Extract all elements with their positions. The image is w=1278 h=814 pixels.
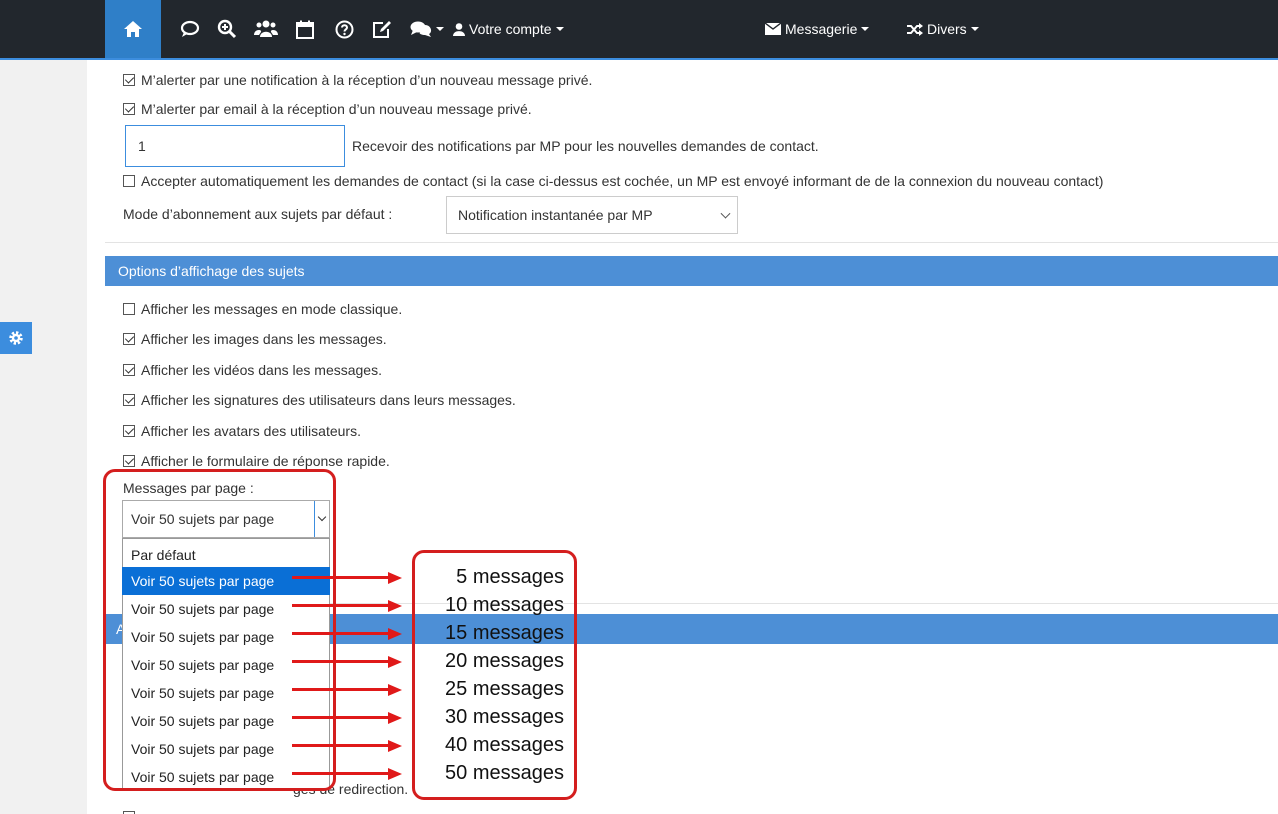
annotation-label: 40 messages (445, 734, 564, 756)
chatbox-menu[interactable] (403, 0, 451, 58)
navbar-accent-line (0, 58, 1278, 60)
misc-menu-label: Divers (927, 21, 967, 37)
users-icon (254, 20, 278, 37)
subscription-mode-label: Mode d’abonnement aux sujets par défaut … (123, 206, 393, 222)
option-label: Afficher les images dans les messages. (141, 331, 387, 347)
contact-requests-input[interactable]: 1 (125, 125, 345, 167)
option-label: Afficher les vidéos dans les messages. (141, 362, 382, 378)
email-pm-checkbox[interactable] (123, 103, 135, 115)
show-images-checkbox[interactable] (123, 333, 135, 345)
classic-mode-checkbox[interactable] (123, 303, 135, 315)
messaging-menu[interactable]: Messagerie (765, 0, 870, 58)
contact-requests-label: Recevoir des notifications par MP pour l… (352, 138, 819, 154)
annotation-label: 25 messages (445, 678, 564, 700)
annotation-label: 5 messages (456, 566, 564, 588)
home-icon (124, 21, 142, 37)
user-icon (453, 22, 465, 36)
members-button[interactable] (248, 0, 284, 58)
auto-accept-checkbox[interactable] (123, 175, 135, 187)
show-avatars-checkbox[interactable] (123, 425, 135, 437)
subscription-mode-select[interactable]: Notification instantanée par MP (446, 196, 738, 234)
section-header-topic-display: Options d’affichage des sujets (105, 256, 1278, 286)
annotation-label: 20 messages (445, 650, 564, 672)
show-videos-checkbox[interactable] (123, 364, 135, 376)
chat-bubble-icon (180, 20, 200, 37)
option-label: Afficher le formulaire de réponse rapide… (141, 453, 390, 469)
quick-reply-checkbox[interactable] (123, 455, 135, 467)
email-pm-option[interactable]: M’alerter par email à la réception d’un … (123, 101, 532, 117)
calendar-button[interactable] (287, 0, 323, 58)
annotation-arrow (292, 740, 402, 752)
option-label: Afficher les avatars des utilisateurs. (141, 423, 361, 439)
account-menu-label: Votre compte (469, 21, 552, 37)
option-label: Afficher les signatures des utilisateurs… (141, 392, 516, 408)
misc-menu[interactable]: Divers (907, 0, 979, 58)
chevron-down-icon (436, 27, 444, 31)
new-post-button[interactable] (364, 0, 400, 58)
chevron-down-icon (970, 27, 979, 31)
section-title: Options d’affichage des sujets (118, 263, 305, 279)
annotation-arrow (292, 712, 402, 724)
annotation-label: 30 messages (445, 706, 564, 728)
show-images-option[interactable]: Afficher les images dans les messages. (123, 331, 387, 347)
quick-reply-option[interactable]: Afficher le formulaire de réponse rapide… (123, 453, 390, 469)
show-signatures-option[interactable]: Afficher les signatures des utilisateurs… (123, 392, 516, 408)
show-signatures-checkbox[interactable] (123, 394, 135, 406)
random-icon (907, 22, 923, 36)
messaging-menu-label: Messagerie (785, 21, 858, 37)
chat-bubble-button[interactable] (172, 0, 208, 58)
help-circle-icon (335, 20, 353, 38)
notify-pm-option[interactable]: M’alerter par une notification à la réce… (123, 72, 592, 88)
divider (105, 242, 1278, 243)
chevron-down-icon (555, 27, 564, 31)
calendar-icon (296, 20, 314, 39)
edit-icon (373, 20, 391, 38)
show-videos-option[interactable]: Afficher les vidéos dans les messages. (123, 362, 382, 378)
help-button[interactable] (326, 0, 362, 58)
search-button[interactable] (209, 0, 245, 58)
chevron-down-icon (861, 27, 870, 31)
left-rail (0, 60, 87, 814)
chevron-down-icon (720, 208, 731, 219)
notify-pm-checkbox[interactable] (123, 74, 135, 86)
comments-icon (410, 21, 432, 37)
annotation-arrow (292, 684, 402, 696)
account-menu[interactable]: Votre compte (453, 0, 564, 58)
option-label: Afficher les messages en mode classique. (141, 301, 403, 317)
gear-icon (9, 331, 23, 345)
annotation-arrow (292, 628, 402, 640)
annotation-arrow (292, 572, 402, 584)
annotation-arrow (292, 600, 402, 612)
auto-accept-option[interactable]: Accepter automatiquement les demandes de… (123, 173, 1103, 189)
annotation-label: 15 messages (445, 622, 564, 644)
annotation-arrow (292, 768, 402, 780)
email-pm-label: M’alerter par email à la réception d’un … (141, 101, 532, 117)
search-plus-icon (217, 19, 237, 39)
notify-pm-label: M’alerter par une notification à la réce… (141, 72, 593, 88)
envelope-icon (765, 23, 781, 35)
show-avatars-option[interactable]: Afficher les avatars des utilisateurs. (123, 423, 361, 439)
home-button[interactable] (105, 0, 161, 58)
annotation-arrow (292, 656, 402, 668)
annotation-label: 10 messages (445, 594, 564, 616)
settings-toggle-button[interactable] (0, 322, 32, 354)
annotation-label: 50 messages (445, 762, 564, 784)
classic-mode-option[interactable]: Afficher les messages en mode classique. (123, 301, 402, 317)
auto-accept-label: Accepter automatiquement les demandes de… (141, 173, 1104, 189)
subscription-mode-value: Notification instantanée par MP (458, 207, 653, 223)
